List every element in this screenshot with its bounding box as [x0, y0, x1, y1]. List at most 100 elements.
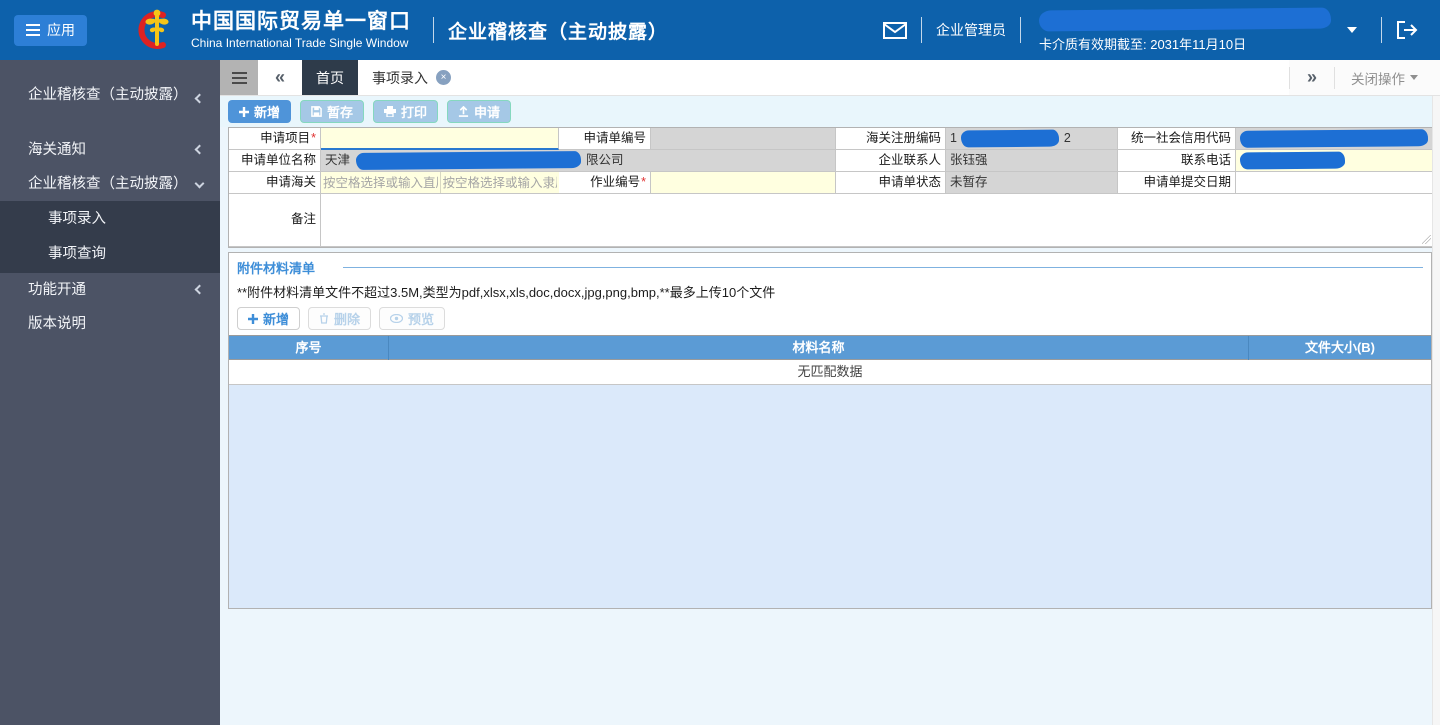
- print-button[interactable]: 打印: [373, 100, 439, 123]
- status-value: 未暂存: [946, 172, 1118, 194]
- attachment-toolbar: 新增 删除 预览: [229, 305, 1431, 335]
- job-no-label: 作业编号*: [559, 172, 651, 194]
- unit-name-label: 申请单位名称: [229, 150, 321, 172]
- brand-title: 中国国际贸易单一窗口: [191, 10, 411, 34]
- phone-label: 联系电话: [1118, 150, 1236, 172]
- sidebar-submenu: 事项录入 事项查询: [0, 201, 220, 273]
- customs-subordinate-input[interactable]: [440, 172, 559, 193]
- collapse-chevron-icon: [194, 93, 205, 104]
- scroll-tabs-left-icon[interactable]: «: [258, 60, 302, 95]
- save-draft-button[interactable]: 暂存: [300, 100, 365, 123]
- tab-bar: « 首页 事项录入 × » 关闭操作: [220, 60, 1440, 96]
- apps-button-label: 应用: [47, 22, 75, 38]
- uscc-label: 统一社会信用代码: [1118, 128, 1236, 150]
- contact-label: 企业联系人: [836, 150, 946, 172]
- column-seq[interactable]: 序号: [229, 336, 389, 360]
- submit-date-label: 申请单提交日期: [1118, 172, 1236, 194]
- content-area: 申请项目* 申请单编号 海关注册编码 1 2 统一社会信用代码 申请单位名称 天…: [220, 127, 1440, 725]
- job-no-cell: [651, 172, 836, 194]
- tab-bar-right: » 关闭操作: [1289, 60, 1440, 95]
- header-divider: [921, 17, 922, 43]
- header-divider: [1020, 17, 1021, 43]
- main-area: « 首页 事项录入 × » 关闭操作 新增 暂存 打印 申请 申请项目* 申请单…: [220, 60, 1440, 725]
- attachment-section: 附件材料清单 **附件材料清单文件不超过3.5M,类型为pdf,xlsx,xls…: [228, 252, 1432, 609]
- redacted-username: [1038, 7, 1332, 32]
- sidebar-menu: 海关通知 企业稽核查（主动披露） 事项录入 事项查询 功能开通 版本说明: [0, 133, 220, 341]
- apply-no-label: 申请单编号: [559, 128, 651, 150]
- apply-item-cell: [321, 128, 559, 150]
- attachment-hint: **附件材料清单文件不超过3.5M,类型为pdf,xlsx,xls,doc,do…: [237, 285, 776, 300]
- attachment-table-header: 序号 材料名称 文件大小(B): [229, 335, 1431, 360]
- sidebar-item-entry[interactable]: 事项录入: [0, 202, 220, 237]
- sidebar-item-function-open[interactable]: 功能开通: [0, 273, 220, 307]
- module-title: 企业稽核查（主动披露）: [448, 21, 669, 43]
- phone-cell[interactable]: [1236, 150, 1433, 172]
- customs-reg-label: 海关注册编码: [836, 128, 946, 150]
- contact-value: 张钰强: [946, 150, 1118, 172]
- apply-item-input[interactable]: [325, 128, 558, 148]
- apply-item-label: 申请项目*: [229, 128, 321, 150]
- attachment-title: 附件材料清单: [237, 261, 316, 276]
- close-tab-icon[interactable]: ×: [436, 70, 451, 85]
- sidebar-item-audit-disclosure[interactable]: 企业稽核查（主动披露）: [0, 167, 220, 201]
- mail-icon[interactable]: [883, 21, 907, 39]
- single-window-logo-icon: [138, 9, 169, 49]
- application-form: 申请项目* 申请单编号 海关注册编码 1 2 统一社会信用代码 申请单位名称 天…: [228, 127, 1433, 248]
- sidebar-item-query[interactable]: 事项查询: [0, 237, 220, 272]
- column-file-size[interactable]: 文件大小(B): [1249, 336, 1431, 360]
- sidebar: 企业稽核查（主动披露） 海关通知 企业稽核查（主动披露） 事项录入 事项查询 功…: [0, 60, 220, 725]
- redacted-phone: [1239, 151, 1346, 170]
- redacted-uscc: [1239, 129, 1429, 149]
- user-role[interactable]: 企业管理员: [936, 20, 1006, 40]
- resize-grip-icon[interactable]: [1422, 235, 1431, 244]
- customs-direct-input[interactable]: [321, 172, 440, 193]
- submit-date-value: [1236, 172, 1433, 194]
- tab-menu-icon[interactable]: [220, 60, 258, 95]
- divider: [343, 267, 1423, 268]
- caret-down-icon: [1410, 75, 1418, 80]
- close-operations-menu[interactable]: 关闭操作: [1351, 68, 1418, 88]
- entry-panel: 申请项目* 申请单编号 海关注册编码 1 2 统一社会信用代码 申请单位名称 天…: [228, 127, 1433, 609]
- sidebar-item-version-notes[interactable]: 版本说明: [0, 307, 220, 341]
- header-right: 企业管理员 卡介质有效期截至: 2031年11月10日: [883, 7, 1440, 53]
- scroll-tabs-right-icon[interactable]: »: [1290, 67, 1334, 88]
- attachment-delete-button[interactable]: 删除: [308, 307, 372, 330]
- sidebar-module-title[interactable]: 企业稽核查（主动披露）: [0, 60, 220, 109]
- status-label: 申请单状态: [836, 172, 946, 194]
- empty-data-row: 无匹配数据: [229, 360, 1431, 385]
- attachment-table-body: [229, 385, 1431, 608]
- job-no-input[interactable]: [655, 172, 835, 193]
- apply-button[interactable]: 申请: [447, 100, 512, 123]
- redacted-customs-reg: [961, 129, 1060, 148]
- tab-entry[interactable]: 事项录入 ×: [358, 60, 465, 95]
- apply-customs-label: 申请海关: [229, 172, 321, 194]
- attachment-preview-button[interactable]: 预览: [379, 307, 446, 330]
- logout-icon[interactable]: [1396, 20, 1418, 40]
- form-toolbar: 新增 暂存 打印 申请: [220, 96, 1440, 127]
- chevron-down-icon: [194, 178, 205, 189]
- sidebar-item-customs-notice[interactable]: 海关通知: [0, 133, 220, 167]
- user-dropdown-caret-icon[interactable]: [1347, 27, 1357, 33]
- unit-name-value: 天津 限公司: [321, 150, 836, 172]
- uscc-value: [1236, 128, 1433, 150]
- add-button[interactable]: 新增: [228, 100, 292, 123]
- chevron-left-icon: [194, 284, 205, 295]
- apply-customs-cell: [321, 172, 559, 194]
- remark-textarea[interactable]: [321, 194, 1433, 247]
- header-divider: [433, 17, 434, 43]
- divider: [1334, 66, 1335, 89]
- tab-home[interactable]: 首页: [302, 60, 358, 95]
- header-divider: [1381, 17, 1382, 43]
- card-validity-text: 卡介质有效期截至: 2031年11月10日: [1039, 37, 1247, 52]
- brand-block: 中国国际贸易单一窗口 China International Trade Sin…: [191, 9, 411, 51]
- apply-no-value: [651, 128, 836, 150]
- remark-label: 备注: [229, 194, 321, 247]
- customs-reg-value: 1 2: [946, 128, 1118, 150]
- chevron-left-icon: [194, 144, 205, 155]
- attachment-add-button[interactable]: 新增: [237, 307, 301, 330]
- column-material-name[interactable]: 材料名称: [389, 336, 1249, 360]
- attachment-header: 附件材料清单: [229, 253, 1431, 279]
- user-block[interactable]: 卡介质有效期截至: 2031年11月10日: [1038, 7, 1339, 53]
- apps-button[interactable]: 应用: [14, 14, 87, 46]
- vertical-scrollbar[interactable]: [1432, 96, 1440, 725]
